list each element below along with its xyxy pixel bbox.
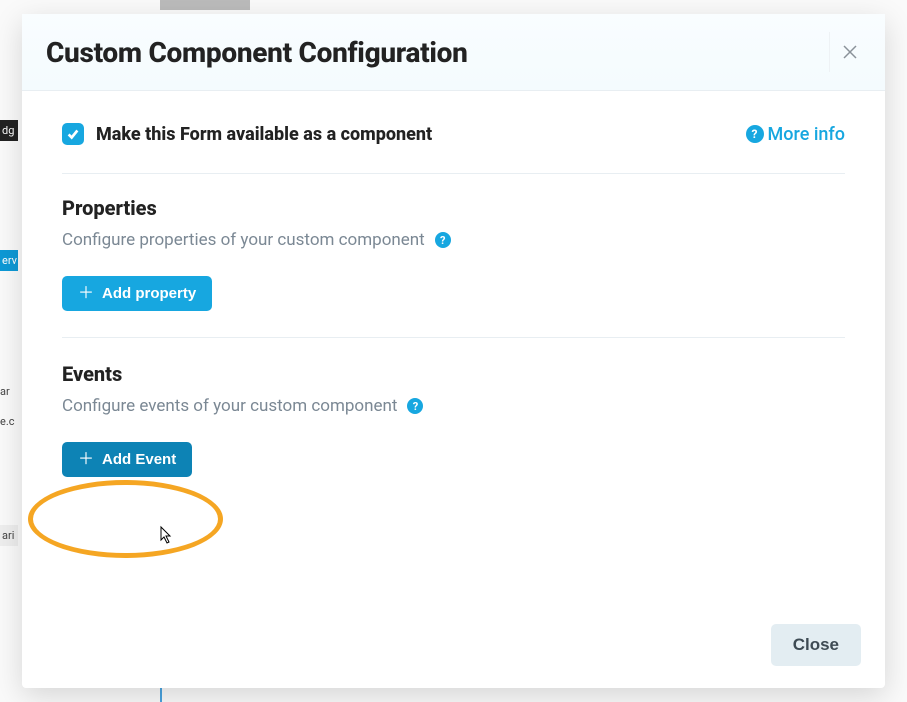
question-circle-icon[interactable]: ? [435, 232, 451, 248]
add-event-button[interactable]: ＋ Add Event [62, 442, 192, 477]
plus-icon: ＋ [78, 286, 94, 302]
availability-row: Make this Form available as a component … [62, 115, 845, 174]
properties-title: Properties [62, 196, 845, 220]
question-circle-icon: ? [746, 125, 764, 143]
events-section: Events Configure events of your custom c… [62, 362, 845, 503]
events-title: Events [62, 362, 845, 386]
add-event-label: Add Event [102, 451, 176, 468]
modal-footer: Close [22, 608, 885, 688]
make-available-label: Make this Form available as a component [96, 124, 432, 145]
add-property-button[interactable]: ＋ Add property [62, 276, 212, 311]
more-info-text: More info [768, 124, 845, 145]
properties-section: Properties Configure properties of your … [62, 196, 845, 338]
modal-header: Custom Component Configuration [22, 14, 885, 91]
modal-title: Custom Component Configuration [46, 36, 468, 69]
plus-icon: ＋ [78, 452, 94, 468]
close-button[interactable]: Close [771, 624, 861, 666]
properties-description: Configure properties of your custom comp… [62, 230, 845, 250]
make-available-checkbox[interactable] [62, 123, 84, 145]
events-description: Configure events of your custom componen… [62, 396, 845, 416]
close-icon[interactable] [829, 32, 869, 72]
custom-component-config-modal: Custom Component Configuration Make this… [22, 14, 885, 688]
add-property-label: Add property [102, 285, 196, 302]
modal-body: Make this Form available as a component … [22, 91, 885, 608]
more-info-link[interactable]: ? More info [746, 124, 845, 145]
question-circle-icon[interactable]: ? [407, 398, 423, 414]
